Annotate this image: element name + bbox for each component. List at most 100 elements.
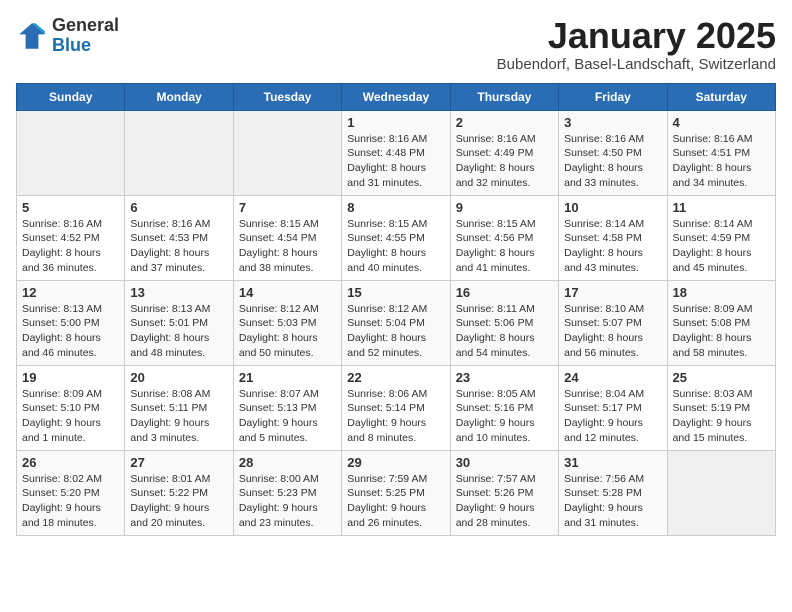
day-cell: 4 Sunrise: 8:16 AM Sunset: 4:51 PM Daylig… bbox=[667, 110, 775, 195]
day-info: Sunrise: 8:12 AM Sunset: 5:03 PM Dayligh… bbox=[239, 302, 336, 361]
header-cell-tuesday: Tuesday bbox=[233, 83, 341, 110]
day-info: Sunrise: 8:16 AM Sunset: 4:50 PM Dayligh… bbox=[564, 132, 661, 191]
day-info: Sunrise: 8:11 AM Sunset: 5:06 PM Dayligh… bbox=[456, 302, 553, 361]
day-info: Sunrise: 8:16 AM Sunset: 4:52 PM Dayligh… bbox=[22, 217, 119, 276]
day-cell: 19Sunrise: 8:09 AM Sunset: 5:10 PM Dayli… bbox=[17, 365, 125, 450]
day-cell: 27 Sunrise: 8:01 AM Sunset: 5:22 PM Dayli… bbox=[125, 450, 233, 535]
week-row-4: 19Sunrise: 8:09 AM Sunset: 5:10 PM Dayli… bbox=[17, 365, 776, 450]
day-info: Sunrise: 7:59 AM Sunset: 5:25 PM Dayligh… bbox=[347, 472, 444, 531]
day-number: 25 bbox=[673, 370, 770, 385]
header-cell-monday: Monday bbox=[125, 83, 233, 110]
day-info: Sunrise: 8:08 AM Sunset: 5:11 PM Dayligh… bbox=[130, 387, 227, 446]
day-cell: 12 Sunrise: 8:13 AM Sunset: 5:00 PM Dayli… bbox=[17, 280, 125, 365]
day-number: 1 bbox=[347, 115, 444, 130]
calendar-header: SundayMondayTuesdayWednesdayThursdayFrid… bbox=[17, 83, 776, 110]
day-cell bbox=[233, 110, 341, 195]
day-info: Sunrise: 8:09 AM Sunset: 5:08 PM Dayligh… bbox=[673, 302, 770, 361]
day-cell: 26Sunrise: 8:02 AM Sunset: 5:20 PM Dayli… bbox=[17, 450, 125, 535]
day-info: Sunrise: 8:16 AM Sunset: 4:53 PM Dayligh… bbox=[130, 217, 227, 276]
day-info: Sunrise: 8:16 AM Sunset: 4:48 PM Dayligh… bbox=[347, 132, 444, 191]
day-cell: 29 Sunrise: 7:59 AM Sunset: 5:25 PM Dayli… bbox=[342, 450, 450, 535]
day-number: 24 bbox=[564, 370, 661, 385]
day-number: 3 bbox=[564, 115, 661, 130]
day-cell: 18 Sunrise: 8:09 AM Sunset: 5:08 PM Dayli… bbox=[667, 280, 775, 365]
day-number: 6 bbox=[130, 200, 227, 215]
day-info: Sunrise: 8:12 AM Sunset: 5:04 PM Dayligh… bbox=[347, 302, 444, 361]
day-info: Sunrise: 8:16 AM Sunset: 4:51 PM Dayligh… bbox=[673, 132, 770, 191]
day-cell: 15 Sunrise: 8:12 AM Sunset: 5:04 PM Dayli… bbox=[342, 280, 450, 365]
day-number: 19 bbox=[22, 370, 119, 385]
day-number: 20 bbox=[130, 370, 227, 385]
logo-blue-text: Blue bbox=[52, 35, 91, 55]
day-info: Sunrise: 8:10 AM Sunset: 5:07 PM Dayligh… bbox=[564, 302, 661, 361]
day-number: 12 bbox=[22, 285, 119, 300]
day-cell: 13 Sunrise: 8:13 AM Sunset: 5:01 PM Dayli… bbox=[125, 280, 233, 365]
day-cell: 3 Sunrise: 8:16 AM Sunset: 4:50 PM Daylig… bbox=[559, 110, 667, 195]
day-cell: 2Sunrise: 8:16 AM Sunset: 4:49 PM Daylig… bbox=[450, 110, 558, 195]
day-info: Sunrise: 8:01 AM Sunset: 5:22 PM Dayligh… bbox=[130, 472, 227, 531]
day-number: 8 bbox=[347, 200, 444, 215]
day-number: 10 bbox=[564, 200, 661, 215]
subtitle: Bubendorf, Basel-Landschaft, Switzerland bbox=[497, 56, 776, 73]
week-row-2: 5 Sunrise: 8:16 AM Sunset: 4:52 PM Daylig… bbox=[17, 195, 776, 280]
day-cell: 30 Sunrise: 7:57 AM Sunset: 5:26 PM Dayli… bbox=[450, 450, 558, 535]
logo-icon bbox=[16, 20, 48, 52]
day-number: 17 bbox=[564, 285, 661, 300]
header-row: SundayMondayTuesdayWednesdayThursdayFrid… bbox=[17, 83, 776, 110]
logo: General Blue bbox=[16, 16, 119, 56]
day-info: Sunrise: 8:06 AM Sunset: 5:14 PM Dayligh… bbox=[347, 387, 444, 446]
day-cell: 21 Sunrise: 8:07 AM Sunset: 5:13 PM Dayli… bbox=[233, 365, 341, 450]
day-number: 5 bbox=[22, 200, 119, 215]
day-number: 23 bbox=[456, 370, 553, 385]
day-info: Sunrise: 8:05 AM Sunset: 5:16 PM Dayligh… bbox=[456, 387, 553, 446]
calendar-table: SundayMondayTuesdayWednesdayThursdayFrid… bbox=[16, 83, 776, 536]
day-number: 4 bbox=[673, 115, 770, 130]
day-info: Sunrise: 8:16 AM Sunset: 4:49 PM Dayligh… bbox=[456, 132, 553, 191]
day-number: 22 bbox=[347, 370, 444, 385]
header-cell-saturday: Saturday bbox=[667, 83, 775, 110]
day-number: 16 bbox=[456, 285, 553, 300]
header-cell-wednesday: Wednesday bbox=[342, 83, 450, 110]
day-cell bbox=[667, 450, 775, 535]
day-number: 26 bbox=[22, 455, 119, 470]
day-cell: 5 Sunrise: 8:16 AM Sunset: 4:52 PM Daylig… bbox=[17, 195, 125, 280]
day-cell: 9Sunrise: 8:15 AM Sunset: 4:56 PM Daylig… bbox=[450, 195, 558, 280]
day-info: Sunrise: 8:13 AM Sunset: 5:00 PM Dayligh… bbox=[22, 302, 119, 361]
day-number: 13 bbox=[130, 285, 227, 300]
day-cell: 8Sunrise: 8:15 AM Sunset: 4:55 PM Daylig… bbox=[342, 195, 450, 280]
day-number: 28 bbox=[239, 455, 336, 470]
calendar-body: 1 Sunrise: 8:16 AM Sunset: 4:48 PM Daylig… bbox=[17, 110, 776, 535]
day-number: 11 bbox=[673, 200, 770, 215]
day-cell: 1 Sunrise: 8:16 AM Sunset: 4:48 PM Daylig… bbox=[342, 110, 450, 195]
day-cell: 24 Sunrise: 8:04 AM Sunset: 5:17 PM Dayli… bbox=[559, 365, 667, 450]
page-header: General Blue January 2025 Bubendorf, Bas… bbox=[16, 16, 776, 73]
day-info: Sunrise: 7:56 AM Sunset: 5:28 PM Dayligh… bbox=[564, 472, 661, 531]
day-cell: 20 Sunrise: 8:08 AM Sunset: 5:11 PM Dayli… bbox=[125, 365, 233, 450]
day-number: 27 bbox=[130, 455, 227, 470]
day-number: 29 bbox=[347, 455, 444, 470]
day-number: 15 bbox=[347, 285, 444, 300]
day-cell: 6 Sunrise: 8:16 AM Sunset: 4:53 PM Daylig… bbox=[125, 195, 233, 280]
day-info: Sunrise: 8:13 AM Sunset: 5:01 PM Dayligh… bbox=[130, 302, 227, 361]
day-info: Sunrise: 7:57 AM Sunset: 5:26 PM Dayligh… bbox=[456, 472, 553, 531]
day-info: Sunrise: 8:03 AM Sunset: 5:19 PM Dayligh… bbox=[673, 387, 770, 446]
day-info: Sunrise: 8:14 AM Sunset: 4:58 PM Dayligh… bbox=[564, 217, 661, 276]
day-number: 31 bbox=[564, 455, 661, 470]
header-cell-friday: Friday bbox=[559, 83, 667, 110]
week-row-3: 12 Sunrise: 8:13 AM Sunset: 5:00 PM Dayli… bbox=[17, 280, 776, 365]
day-info: Sunrise: 8:00 AM Sunset: 5:23 PM Dayligh… bbox=[239, 472, 336, 531]
header-cell-thursday: Thursday bbox=[450, 83, 558, 110]
day-info: Sunrise: 8:04 AM Sunset: 5:17 PM Dayligh… bbox=[564, 387, 661, 446]
day-number: 21 bbox=[239, 370, 336, 385]
week-row-5: 26Sunrise: 8:02 AM Sunset: 5:20 PM Dayli… bbox=[17, 450, 776, 535]
day-cell: 11Sunrise: 8:14 AM Sunset: 4:59 PM Dayli… bbox=[667, 195, 775, 280]
day-number: 7 bbox=[239, 200, 336, 215]
day-number: 14 bbox=[239, 285, 336, 300]
day-cell bbox=[17, 110, 125, 195]
day-info: Sunrise: 8:15 AM Sunset: 4:56 PM Dayligh… bbox=[456, 217, 553, 276]
day-info: Sunrise: 8:07 AM Sunset: 5:13 PM Dayligh… bbox=[239, 387, 336, 446]
day-cell: 22 Sunrise: 8:06 AM Sunset: 5:14 PM Dayli… bbox=[342, 365, 450, 450]
day-cell: 17 Sunrise: 8:10 AM Sunset: 5:07 PM Dayli… bbox=[559, 280, 667, 365]
day-number: 18 bbox=[673, 285, 770, 300]
day-number: 30 bbox=[456, 455, 553, 470]
